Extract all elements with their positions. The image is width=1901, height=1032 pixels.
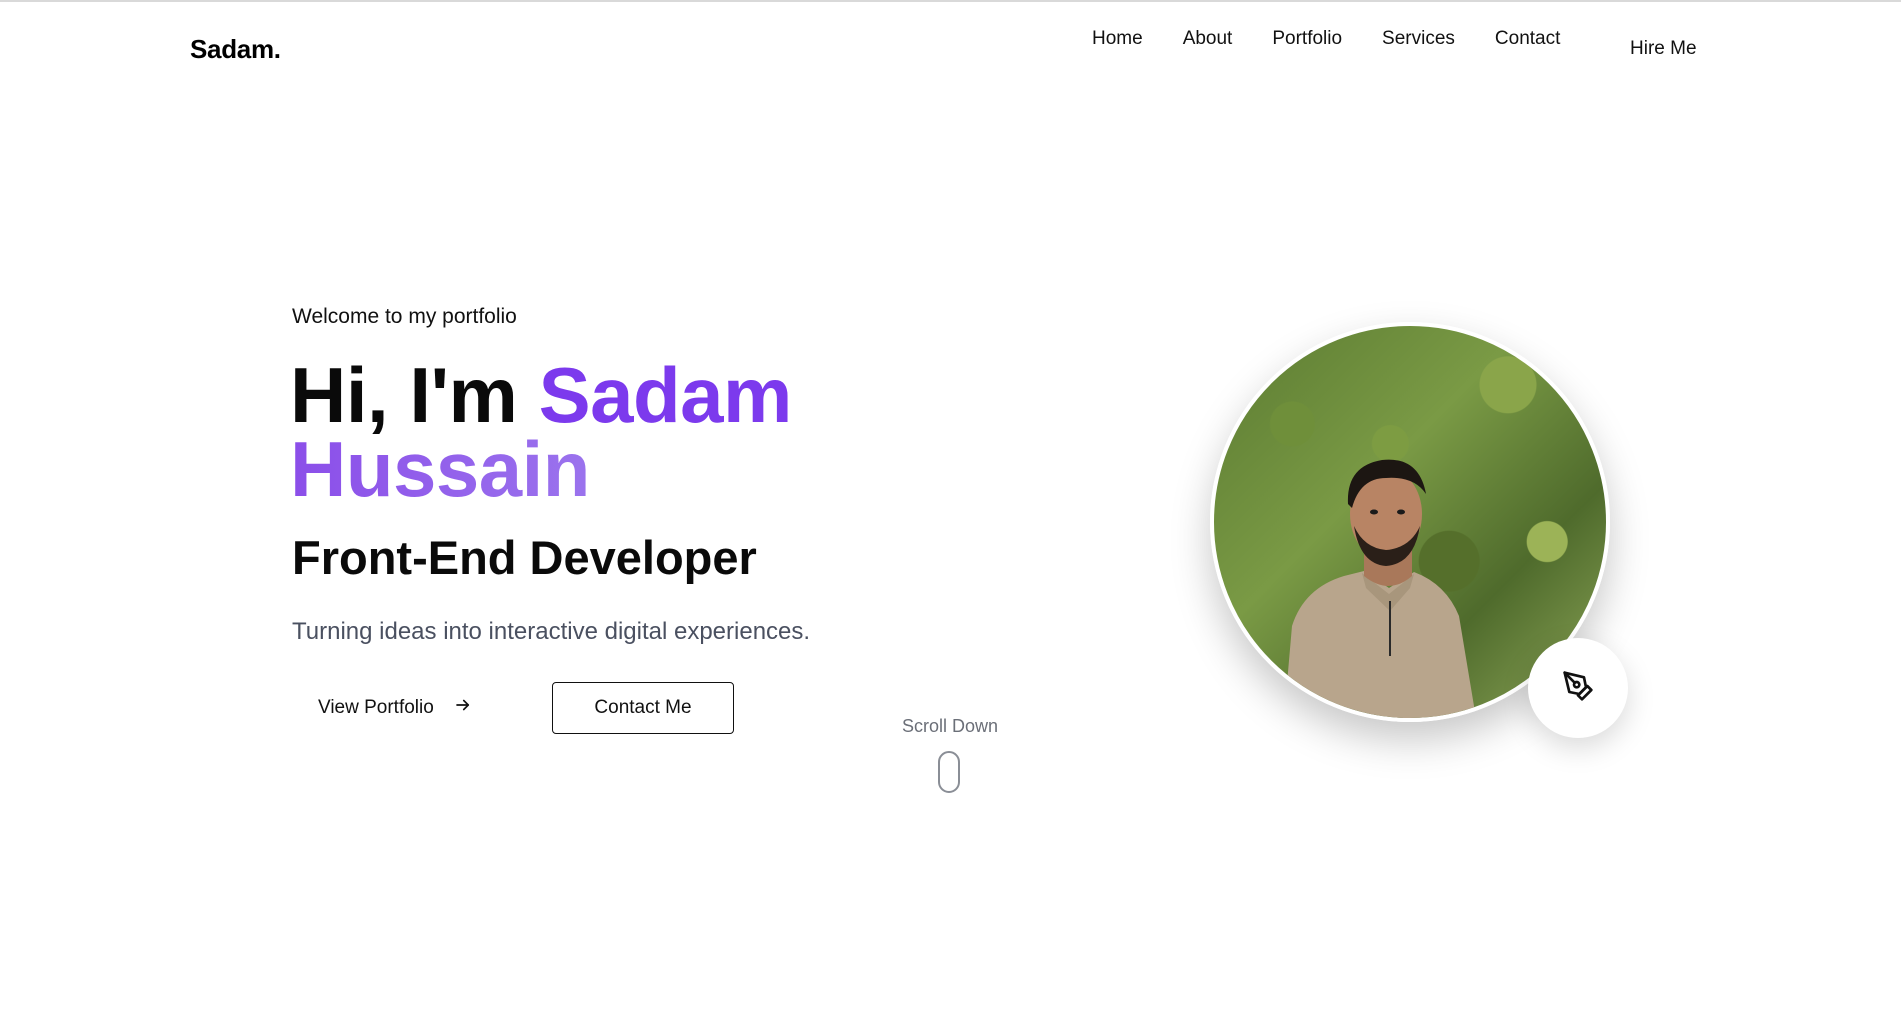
nav-about[interactable]: About bbox=[1183, 28, 1233, 50]
nav-portfolio[interactable]: Portfolio bbox=[1272, 28, 1342, 50]
pen-tool-badge bbox=[1528, 638, 1628, 738]
mouse-icon[interactable] bbox=[938, 751, 960, 793]
nav-contact[interactable]: Contact bbox=[1495, 28, 1560, 50]
nav-services[interactable]: Services bbox=[1382, 28, 1455, 50]
arrow-right-icon bbox=[454, 696, 472, 720]
hero-role: Front-End Developer bbox=[292, 531, 757, 584]
view-portfolio-button[interactable]: View Portfolio bbox=[318, 682, 472, 734]
nav-home[interactable]: Home bbox=[1092, 28, 1143, 50]
top-divider bbox=[0, 0, 1901, 2]
pen-tool-icon bbox=[1562, 670, 1594, 707]
hire-me-button[interactable]: Hire Me bbox=[1630, 38, 1697, 60]
page: Sadam. Home About Portfolio Services Con… bbox=[0, 0, 1901, 1032]
site-logo[interactable]: Sadam. bbox=[190, 34, 281, 65]
scroll-down-label: Scroll Down bbox=[901, 716, 999, 736]
hero-title: Hi, I'm Sadam Hussain bbox=[290, 356, 792, 508]
main-nav: Home About Portfolio Services Contact bbox=[1092, 28, 1560, 50]
contact-me-button[interactable]: Contact Me bbox=[552, 682, 734, 734]
hero-tagline: Turning ideas into interactive digital e… bbox=[292, 618, 811, 645]
hero-name-last: Hussain bbox=[290, 430, 792, 508]
view-portfolio-label: View Portfolio bbox=[318, 697, 434, 718]
welcome-text: Welcome to my portfolio bbox=[292, 305, 517, 328]
